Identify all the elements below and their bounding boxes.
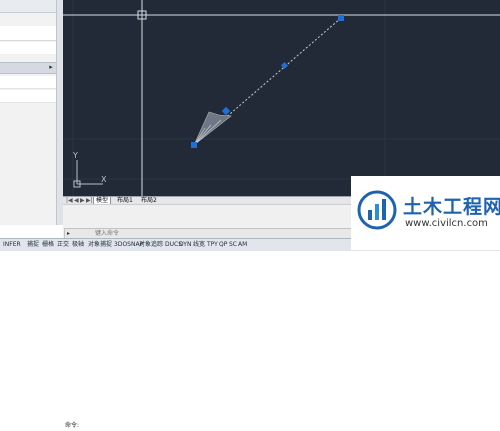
status-qp-button[interactable]: QP — [218, 240, 228, 250]
drawing-canvas[interactable]: Y X — [63, 0, 500, 196]
site-watermark: 土木工程网 www.civilcn.com — [351, 176, 500, 250]
watermark-title: 土木工程网 — [403, 196, 500, 218]
grip-arrow[interactable] — [221, 106, 231, 116]
command-prompt-icon: ▸ — [67, 230, 71, 237]
crosshair-cursor — [63, 0, 500, 196]
property-field[interactable] — [0, 76, 57, 89]
status-infer-button[interactable]: INFER — [2, 240, 22, 250]
ucs-icon — [73, 160, 103, 188]
grid-lines — [63, 0, 500, 196]
grip-end[interactable] — [338, 15, 344, 21]
ucs-y-label: Y — [72, 151, 78, 160]
status-polar-button[interactable]: 极轴 — [71, 240, 85, 250]
watermark-url: www.civilcn.com — [405, 218, 488, 229]
arrow-head[interactable] — [193, 111, 232, 146]
property-field[interactable] — [0, 90, 57, 103]
properties-panel: ▸ — [0, 0, 64, 225]
status-snap-button[interactable]: 捕捉 — [26, 240, 40, 250]
grip-mid[interactable] — [280, 61, 289, 70]
status-osnap-button[interactable]: 对象捕捉 — [87, 240, 113, 250]
ucs-x-label: X — [101, 175, 107, 184]
status-tpy-button[interactable]: TPY — [206, 240, 219, 250]
status-lineweight-button[interactable]: 线宽 — [192, 240, 206, 250]
collapse-arrow-icon[interactable]: ▸ — [47, 62, 55, 72]
status-am-button[interactable]: AM — [237, 240, 248, 250]
status-dyn-button[interactable]: DYN — [178, 240, 192, 250]
properties-header — [0, 0, 57, 13]
status-otrack-button[interactable]: 对象追踪 — [138, 240, 164, 250]
property-field[interactable] — [0, 42, 57, 54]
command-history: 命令: — [65, 422, 80, 429]
drawing-svg: Y X — [63, 0, 500, 196]
command-input[interactable] — [95, 229, 345, 238]
status-ortho-button[interactable]: 正交 — [56, 240, 70, 250]
grip-start[interactable] — [191, 142, 197, 148]
property-field[interactable] — [0, 26, 57, 41]
civilcn-logo-icon — [357, 190, 397, 230]
status-grid-button[interactable]: 栅格 — [41, 240, 55, 250]
